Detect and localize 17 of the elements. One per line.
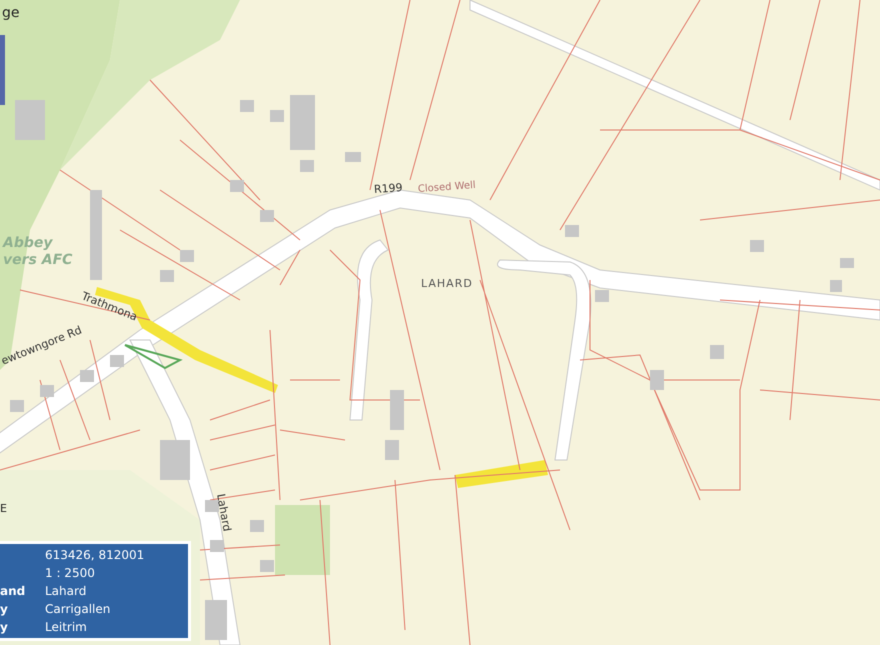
townland-label: LAHARD (421, 278, 473, 290)
side-tab[interactable] (0, 35, 5, 105)
field-value: Carrigallen (45, 601, 112, 618)
place-label: Closed Well (418, 180, 476, 195)
field-value: Lahard (45, 583, 88, 600)
park-label: vers AFC (2, 253, 74, 268)
field-label: y (0, 601, 9, 618)
field-label: and (0, 583, 26, 600)
road-label: R199 (374, 182, 403, 196)
field-value: Leitrim (45, 619, 88, 636)
field-label: y (0, 619, 9, 636)
field-value: 613426, 812001 (45, 547, 146, 564)
page-text: E (0, 503, 7, 516)
park-label: Abbey (2, 236, 54, 252)
field-value: 1 : 2500 (45, 565, 96, 582)
page-text: ge (2, 6, 20, 22)
road-label: Lahard (214, 493, 233, 532)
